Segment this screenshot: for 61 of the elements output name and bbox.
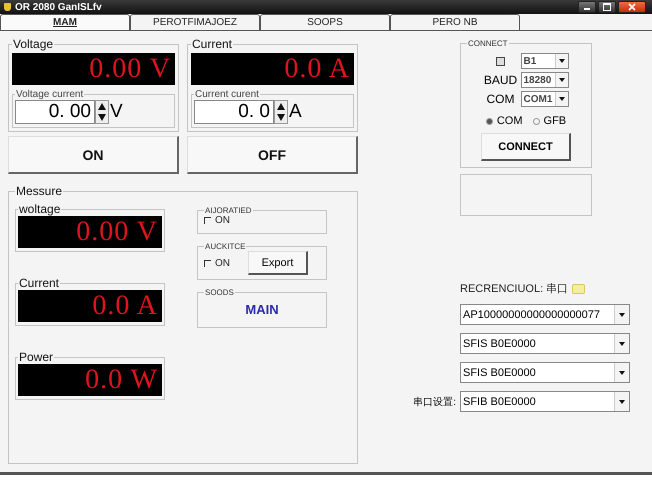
led-display: 0.00 V xyxy=(18,216,162,248)
caret-icon xyxy=(558,59,564,63)
minimize-button[interactable] xyxy=(578,1,596,13)
checkbox[interactable]: ON xyxy=(204,215,230,226)
group-title: Current xyxy=(191,37,234,51)
caret-icon xyxy=(619,370,625,374)
tab[interactable]: PEROTFIMAJOEZ xyxy=(130,14,260,30)
led-display: 0.0 A xyxy=(191,53,354,85)
app-icon xyxy=(4,3,11,11)
caret-icon xyxy=(619,342,625,346)
dropdown[interactable]: COM1 xyxy=(520,91,568,107)
recorder-label: RECRENCIUOL: 串口 xyxy=(460,282,568,296)
caret-icon xyxy=(619,400,625,404)
field-label: 串口设置: xyxy=(413,396,456,408)
group-title: AIJORATIED xyxy=(204,206,253,215)
group-title: woltage xyxy=(18,202,62,216)
window-title: OR 2080 GanISLfv xyxy=(15,2,103,12)
dropdown[interactable]: SFIS B0E0000 xyxy=(460,362,630,383)
group-title: Power xyxy=(18,350,54,364)
export-button[interactable]: Export xyxy=(248,251,308,275)
field-label: COM xyxy=(486,92,514,106)
tab[interactable]: MAM xyxy=(0,14,130,30)
group-title: AUCKITCE xyxy=(204,242,246,251)
mode-value: MAIN xyxy=(244,301,280,319)
group-title: Messure xyxy=(15,184,64,198)
close-button[interactable] xyxy=(618,1,646,13)
maximize-button[interactable] xyxy=(598,1,616,13)
group-title: CONNECT xyxy=(467,39,509,48)
caret-icon xyxy=(558,97,564,101)
dropdown[interactable]: AP10000000000000000077 xyxy=(460,304,630,325)
radio-button[interactable]: COM xyxy=(486,115,523,127)
unit-label: A xyxy=(289,101,302,123)
led-display: 0.00 V xyxy=(12,53,175,85)
group-title: Voltage current xyxy=(15,89,84,100)
tab[interactable]: PERO NB xyxy=(390,14,520,30)
spin-field[interactable]: 0. 0 xyxy=(194,100,274,124)
field-label: BAUD xyxy=(484,73,518,87)
caret-icon xyxy=(619,312,625,316)
group-title: Current xyxy=(18,276,60,290)
power-button[interactable]: ON xyxy=(8,136,179,174)
checkbox[interactable] xyxy=(496,56,505,66)
checkbox[interactable]: ON xyxy=(204,258,230,268)
led-display: 0.0 A xyxy=(18,290,162,322)
dropdown[interactable]: 18280 xyxy=(520,72,568,88)
connect-button[interactable]: CONNECT xyxy=(481,133,571,161)
group-title: Current curent xyxy=(194,89,260,100)
dropdown[interactable]: SFIS B0E0000 xyxy=(460,333,630,354)
dropdown[interactable]: SFIB B0E0000 xyxy=(460,391,630,412)
caret-icon xyxy=(558,78,564,82)
close-icon xyxy=(628,3,636,11)
tab[interactable]: SOOPS xyxy=(260,14,390,30)
spin-arrows-icon[interactable] xyxy=(95,100,109,124)
spin-arrows-icon[interactable] xyxy=(274,100,288,124)
dropdown[interactable]: B1 xyxy=(520,53,568,69)
group-title: SOODS xyxy=(204,288,235,297)
group-title: Voltage xyxy=(12,37,54,51)
power-button[interactable]: OFF xyxy=(187,136,358,174)
led-display: 0.0 W xyxy=(18,364,162,396)
radio-button[interactable]: GFB xyxy=(532,115,566,127)
spin-field[interactable]: 0. 00 xyxy=(15,100,95,124)
unit-label: V xyxy=(110,101,123,123)
